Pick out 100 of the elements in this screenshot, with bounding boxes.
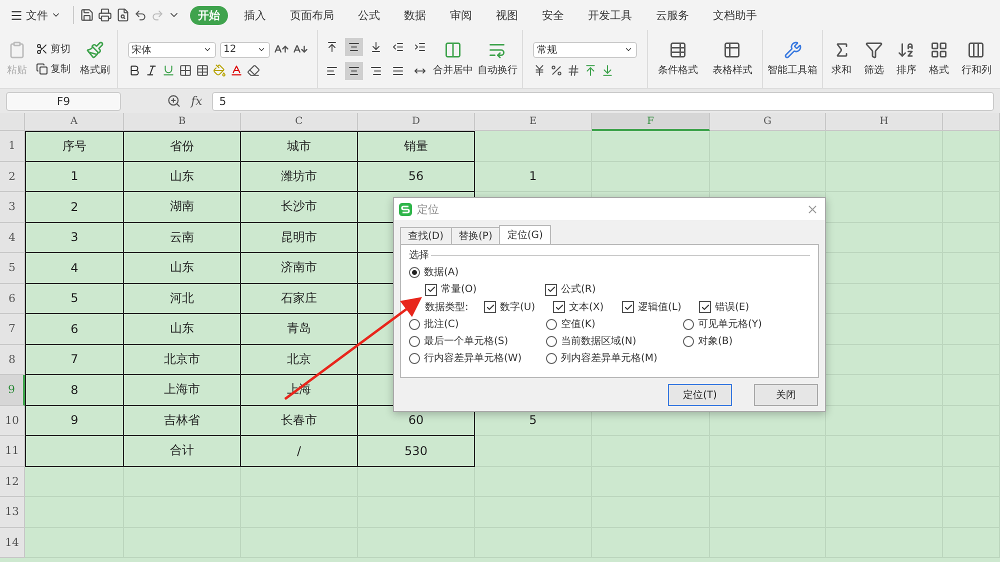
column-header[interactable]: A [25,113,124,131]
row-header[interactable]: 7 [0,314,25,344]
ribbon-tab[interactable]: 公式 [350,6,388,24]
table-cell: 4 [25,253,124,284]
table-cell: 云南 [124,222,241,253]
table-cell: 石家庄 [241,284,358,314]
table-cell: 1 [475,162,592,192]
data-type-label: 数据类型: [425,300,470,314]
table-cell: / [241,436,358,466]
table-cell: 5 [25,284,124,314]
ribbon-tab[interactable]: 云服务 [648,6,697,24]
radio-option[interactable]: 批注(C) [409,318,546,331]
radio-option[interactable]: 对象(B) [683,335,810,348]
tool-button[interactable]: 排序 [896,41,916,77]
column-header[interactable]: G [710,113,826,131]
checkbox-option[interactable]: 公式(R) [545,283,810,296]
ribbon-tab[interactable]: 数据 [396,6,434,24]
formula-field[interactable]: 5 [212,92,994,110]
fx-label[interactable]: fx [191,94,202,108]
row-header[interactable]: 8 [0,344,25,375]
font-size-field[interactable]: 12 [220,42,270,58]
table-cell: 潍坊市 [241,162,358,192]
table-cell: 长沙市 [241,192,358,222]
row-header[interactable]: 12 [0,466,25,497]
row-header[interactable]: 6 [0,284,25,314]
checkbox-option[interactable]: 文本(X) [553,300,622,314]
table-cell: 山东 [124,162,241,192]
checkbox-option[interactable]: 常量(O) [425,283,545,296]
table-cell: 湖南 [124,192,241,222]
table-cell: 城市 [241,131,358,162]
dialog-title: 定位 [417,202,440,216]
table-cell: 省份 [124,131,241,162]
section-label: 选择 [409,248,429,262]
table-cell: 济南市 [241,253,358,284]
ribbon-tab[interactable]: 审阅 [442,6,480,24]
ribbon-tab[interactable]: 安全 [534,6,572,24]
ribbon-tab[interactable]: 插入 [236,6,274,24]
ribbon-tab[interactable]: 视图 [488,6,526,24]
row-header[interactable]: 4 [0,222,25,253]
ribbon-tab[interactable]: 开发工具 [580,6,640,24]
row-header[interactable]: 10 [0,406,25,436]
row-header[interactable]: 13 [0,497,25,528]
tool-button[interactable]: 行和列 [961,41,992,77]
table-cell: 6 [25,314,124,344]
ribbon-tab[interactable]: 文档助手 [705,6,765,24]
radio-option[interactable]: 空值(K) [546,318,683,331]
column-header[interactable]: B [124,113,241,131]
cut-button[interactable]: 剪切 [36,42,70,56]
radio-option[interactable]: 当前数据区域(N) [546,335,683,348]
name-box[interactable]: F9 [6,92,121,110]
radio-option[interactable]: 列内容差异单元格(M) [546,352,683,365]
checkbox-option[interactable]: 数字(U) [484,300,553,314]
row-header[interactable]: 3 [0,192,25,222]
font-name-field[interactable]: 宋体 [128,42,216,58]
table-cell: 2 [25,192,124,222]
table-cell: 山东 [124,314,241,344]
column-header[interactable]: H [826,113,943,131]
row-header[interactable]: 2 [0,162,25,192]
table-cell: 8 [25,375,124,406]
table-cell: 北京市 [124,344,241,375]
radio-option[interactable]: 可见单元格(Y) [683,318,810,331]
row-header[interactable]: 1 [0,131,25,162]
dialog-button[interactable]: 定位(T) [668,384,732,406]
row-header[interactable]: 14 [0,528,25,558]
tool-button[interactable]: 格式 [928,41,949,77]
column-header[interactable]: C [241,113,358,131]
merge-center-button[interactable]: 合并居中 [432,41,473,77]
table-cell: 河北 [124,284,241,314]
tool-button[interactable]: 筛选 [864,41,884,77]
table-cell: 合计 [124,436,241,466]
ribbon-tab[interactable]: 页面布局 [282,6,342,24]
table-cell: 9 [25,406,124,436]
table-cell: 3 [25,222,124,253]
format-painter-button[interactable]: 格式刷 [80,41,110,77]
table-cell: 长春市 [241,406,358,436]
table-cell: 青岛 [241,314,358,344]
column-header[interactable]: D [358,113,475,131]
radio-option[interactable]: 行内容差异单元格(W) [409,352,546,365]
style-button[interactable]: 表格样式 [712,41,752,77]
row-header[interactable]: 11 [0,436,25,466]
row-header[interactable]: 5 [0,253,25,284]
wrap-text-button[interactable]: 自动换行 [477,41,518,77]
table-cell: 530 [358,436,475,466]
column-header[interactable]: E [475,113,592,131]
copy-button[interactable]: 复制 [36,62,70,76]
toolbox-button[interactable]: 智能工具箱 [768,41,818,77]
style-button[interactable]: 条件格式 [658,41,698,77]
dialog-tab[interactable]: 查找(D) [400,227,452,244]
dialog-button[interactable]: 关闭 [754,384,818,406]
dialog-tab[interactable]: 定位(G) [499,225,551,244]
checkbox-option[interactable]: 逻辑值(L) [622,300,699,314]
table-cell: 序号 [25,131,124,162]
number-format-field[interactable]: 常规 [533,42,637,58]
tool-button[interactable]: 求和 [832,41,852,77]
file-menu[interactable]: 文件 [10,8,67,22]
table-cell: 56 [358,162,475,192]
table-cell: 1 [25,162,124,192]
radio-option[interactable]: 数据(A) [409,266,810,279]
checkbox-option[interactable]: 错误(E) [699,300,810,314]
radio-option[interactable]: 最后一个单元格(S) [409,335,546,348]
